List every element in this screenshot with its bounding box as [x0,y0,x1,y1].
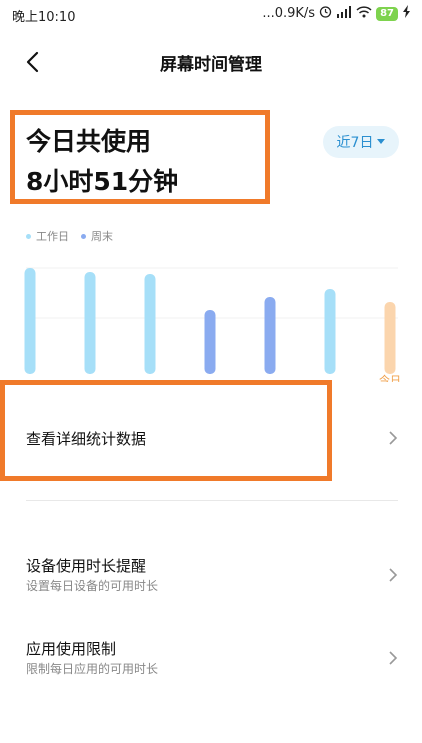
signal-icon [336,5,352,22]
app-usage-limit-label: 应用使用限制 [26,640,117,658]
app-usage-limit-row[interactable]: 应用使用限制 限制每日应用的可用时长 [0,628,422,688]
chevron-right-icon [389,431,398,445]
alarm-icon [319,5,332,22]
usage-label: 今日共使用 [26,127,152,156]
legend-weekend: 周末 [81,228,113,244]
status-time: 晚上10:10 [12,10,76,25]
header: 屏幕时间管理 [0,40,422,84]
view-details-label: 查看详细统计数据 [26,430,147,448]
usage-value: 8小时51分钟 [26,167,179,196]
chart-bar [384,302,396,374]
chart-legend: 工作日 周末 [26,228,113,244]
chart-bar [144,274,156,374]
legend-weekday: 工作日 [26,228,69,244]
weekday-dot [26,233,31,239]
app-usage-limit-sub: 限制每日应用的可用时长 [26,662,159,676]
chart-bar [204,310,216,374]
legend-weekend-label: 周末 [91,230,113,243]
charging-icon [402,5,412,22]
range-dropdown[interactable]: 近7日 [323,126,399,158]
chevron-right-icon [389,568,398,582]
device-usage-reminder-row[interactable]: 设备使用时长提醒 设置每日设备的可用时长 [0,545,422,605]
network-speed: ...0.9K/s [262,6,316,21]
chevron-right-icon [389,651,398,665]
device-usage-reminder-sub: 设置每日设备的可用时长 [26,579,159,593]
chart-bar [264,297,276,374]
status-bar: 晚上10:10 ...0.9K/s 87 [0,0,422,28]
device-usage-reminder-label: 设备使用时长提醒 [26,557,147,575]
battery-icon: 87 [376,6,398,21]
wifi-icon [356,5,372,22]
caret-down-icon [377,139,386,144]
view-details-row[interactable]: 查看详细统计数据 [0,400,422,472]
chart-bar [324,289,336,374]
divider [26,500,398,501]
page-title: 屏幕时间管理 [160,55,262,75]
legend-weekday-label: 工作日 [36,230,69,243]
usage-bar-chart: 今日 [24,267,401,382]
chart-bar [84,272,96,374]
weekend-dot [81,233,86,239]
chart-category-label: 今日 [379,373,401,382]
status-icons: ...0.9K/s 87 [262,5,412,22]
chart-bar [24,268,36,374]
range-label: 近7日 [336,135,374,151]
